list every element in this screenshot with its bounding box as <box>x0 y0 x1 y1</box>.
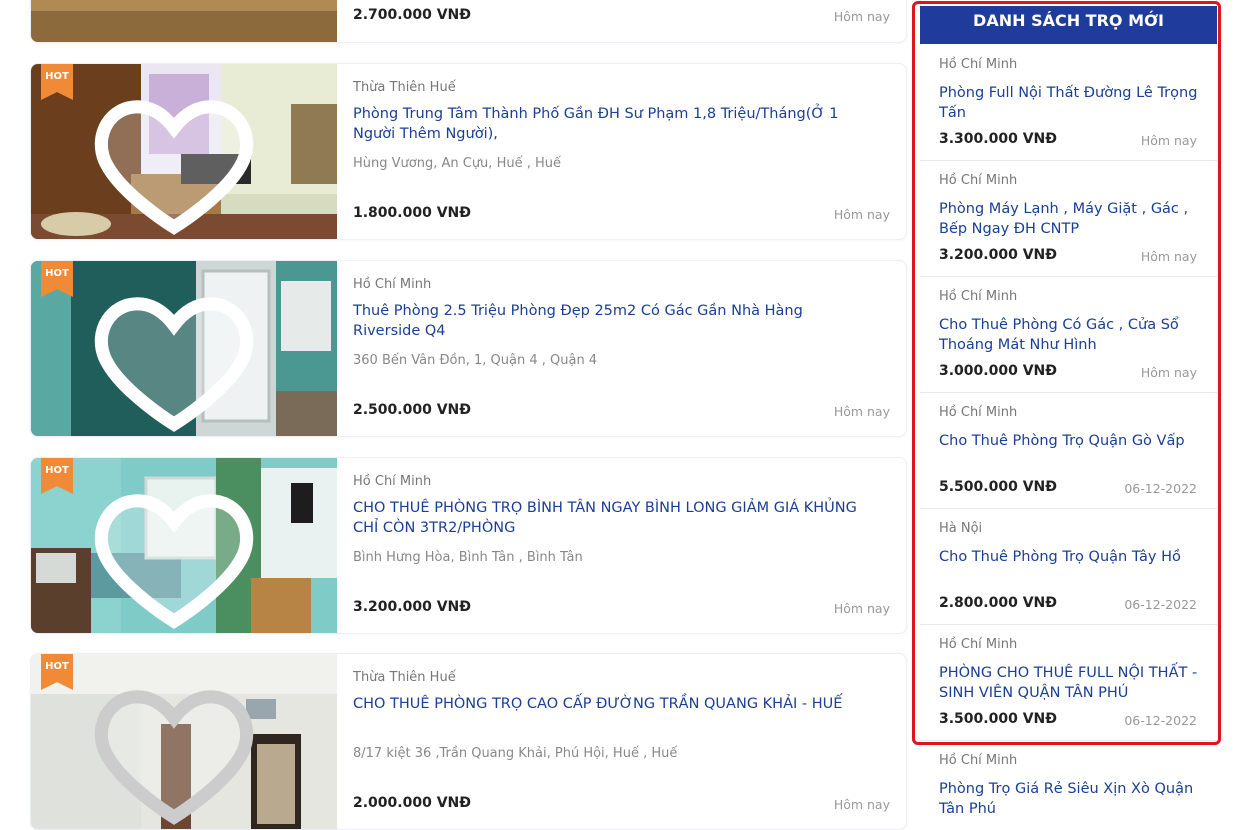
sidebar-listing-date: 06-12-2022 <box>1124 597 1197 612</box>
sidebar-listing-date: Hôm nay <box>1140 249 1197 264</box>
listing-region: Hồ Chí Minh <box>353 474 432 489</box>
sidebar-listing[interactable]: Hồ Chí Minh PHÒNG CHO THUÊ FULL NỘI THẤT… <box>920 625 1217 741</box>
sidebar-listing[interactable]: Hồ Chí Minh Cho Thuê Phòng Trọ Quận Gò V… <box>920 393 1217 509</box>
listing-date: Hôm nay <box>833 601 890 616</box>
heart-icon[interactable] <box>31 74 327 239</box>
listing-date: Hôm nay <box>833 404 890 419</box>
heart-icon[interactable] <box>31 468 327 633</box>
sidebar-listing-title-link[interactable]: Cho Thuê Phòng Trọ Quận Gò Vấp <box>939 431 1201 451</box>
listing-card[interactable]: HOT Thừa Thiên Huế CHO THUÊ PHÒNG TRỌ CA… <box>30 653 907 830</box>
listing-price: 2.500.000 VNĐ <box>353 402 471 418</box>
listing-price: 2.000.000 VNĐ <box>353 795 471 811</box>
heart-icon[interactable] <box>31 664 327 829</box>
sidebar-listing-region: Hồ Chí Minh <box>939 405 1018 420</box>
listing-photo[interactable]: HOT <box>31 458 337 633</box>
sidebar-listing-date: 06-12-2022 <box>1124 713 1197 728</box>
listing-region: Thừa Thiên Huế <box>353 80 456 95</box>
sidebar-listing-date: Hôm nay <box>1140 133 1197 148</box>
sidebar-listing[interactable]: Hà Nội Cho Thuê Phòng Trọ Quận Tây Hồ 2.… <box>920 509 1217 625</box>
sidebar-listing-title-link[interactable]: Cho Thuê Phòng Có Gác , Cửa Sổ Thoáng Má… <box>939 315 1201 355</box>
listing-card[interactable]: 2.700.000 VNĐ Hôm nay <box>30 0 907 43</box>
sidebar-heading: DANH SÁCH TRỌ MỚI <box>920 6 1217 44</box>
sidebar-listing[interactable]: Hồ Chí Minh Phòng Máy Lạnh , Máy Giặt , … <box>920 161 1217 277</box>
listing-date: Hôm nay <box>833 207 890 222</box>
sidebar-listing-region: Hồ Chí Minh <box>939 289 1018 304</box>
sidebar-listing-region: Hồ Chí Minh <box>939 173 1018 188</box>
sidebar-listing-price: 3.200.000 VNĐ <box>939 247 1057 263</box>
listing-photo[interactable]: HOT <box>31 654 337 829</box>
listing-region: Hồ Chí Minh <box>353 277 432 292</box>
sidebar-listing-title-link[interactable]: Phòng Full Nội Thất Đường Lê Trọng Tấn <box>939 83 1201 123</box>
sidebar-listing-price: 5.500.000 VNĐ <box>939 479 1057 495</box>
listing-region: Thừa Thiên Huế <box>353 670 456 685</box>
listing-card[interactable]: HOT Thừa Thiên Huế Phòng Trung Tâm Thành… <box>30 63 907 240</box>
sidebar-listing[interactable]: Hồ Chí Minh Phòng Full Nội Thất Đường Lê… <box>920 45 1217 161</box>
listing-title-link[interactable]: Phòng Trung Tâm Thành Phố Gần ĐH Sư Phạm… <box>353 104 860 144</box>
sidebar-listing-price: 2.800.000 VNĐ <box>939 595 1057 611</box>
listing-address: Bình Hưng Hòa, Bình Tân , Bình Tân <box>353 550 583 565</box>
listing-address: Hùng Vương, An Cựu, Huế , Huế <box>353 156 561 171</box>
listing-price: 2.700.000 VNĐ <box>353 7 471 23</box>
sidebar-listing-region: Hà Nội <box>939 521 983 536</box>
sidebar-listing[interactable]: Hồ Chí Minh Cho Thuê Phòng Có Gác , Cửa … <box>920 277 1217 393</box>
sidebar-listing-title-link[interactable]: Phòng Máy Lạnh , Máy Giặt , Gác , Bếp Ng… <box>939 199 1201 239</box>
listing-date: Hôm nay <box>833 9 890 24</box>
listing-card[interactable]: HOT Hồ Chí Minh Thuê Phòng 2.5 Triệu Phò… <box>30 260 907 437</box>
listing-price: 1.800.000 VNĐ <box>353 205 471 221</box>
sidebar-listing-price: 3.300.000 VNĐ <box>939 131 1057 147</box>
listing-photo[interactable] <box>31 0 337 42</box>
sidebar-listing-title-link[interactable]: Phòng Trọ Giá Rẻ Siêu Xịn Xò Quận Tân Ph… <box>939 779 1201 819</box>
sidebar-listing-price: 3.500.000 VNĐ <box>939 711 1057 727</box>
listing-title-link[interactable]: CHO THUÊ PHÒNG TRỌ BÌNH TÂN NGAY BÌNH LO… <box>353 498 860 538</box>
sidebar-listing-title-link[interactable]: Cho Thuê Phòng Trọ Quận Tây Hồ <box>939 547 1201 567</box>
sidebar-listing-region: Hồ Chí Minh <box>939 753 1018 768</box>
sidebar-listing-date: Hôm nay <box>1140 365 1197 380</box>
listing-price: 3.200.000 VNĐ <box>353 599 471 615</box>
heart-icon[interactable] <box>31 271 327 436</box>
sidebar-listing-price: 3.000.000 VNĐ <box>939 363 1057 379</box>
sidebar-listing-region: Hồ Chí Minh <box>939 637 1018 652</box>
listing-address: 8/17 kiệt 36 ,Trần Quang Khải, Phú Hội, … <box>353 746 678 761</box>
sidebar-listing-date: 06-12-2022 <box>1124 481 1197 496</box>
listing-card[interactable]: HOT Hồ Chí Minh CHO THUÊ PHÒNG TRỌ BÌNH … <box>30 457 907 634</box>
sidebar-listing-title-link[interactable]: PHÒNG CHO THUÊ FULL NỘI THẤT - SINH VIÊN… <box>939 663 1201 703</box>
listing-title-link[interactable]: CHO THUÊ PHÒNG TRỌ CAO CẤP ĐƯỜNG TRẦN QU… <box>353 694 860 714</box>
listing-photo[interactable]: HOT <box>31 261 337 436</box>
sidebar-listing-region: Hồ Chí Minh <box>939 57 1018 72</box>
listing-photo[interactable]: HOT <box>31 64 337 239</box>
listing-address: 360 Bến Vân Đồn, 1, Quận 4 , Quận 4 <box>353 353 598 368</box>
sidebar-listing[interactable]: Hồ Chí Minh Phòng Trọ Giá Rẻ Siêu Xịn Xò… <box>920 741 1217 817</box>
listing-title-link[interactable]: Thuê Phòng 2.5 Triệu Phòng Đẹp 25m2 Có G… <box>353 301 860 341</box>
new-listings-sidebar: DANH SÁCH TRỌ MỚI Hồ Chí Minh Phòng Full… <box>912 0 1222 817</box>
